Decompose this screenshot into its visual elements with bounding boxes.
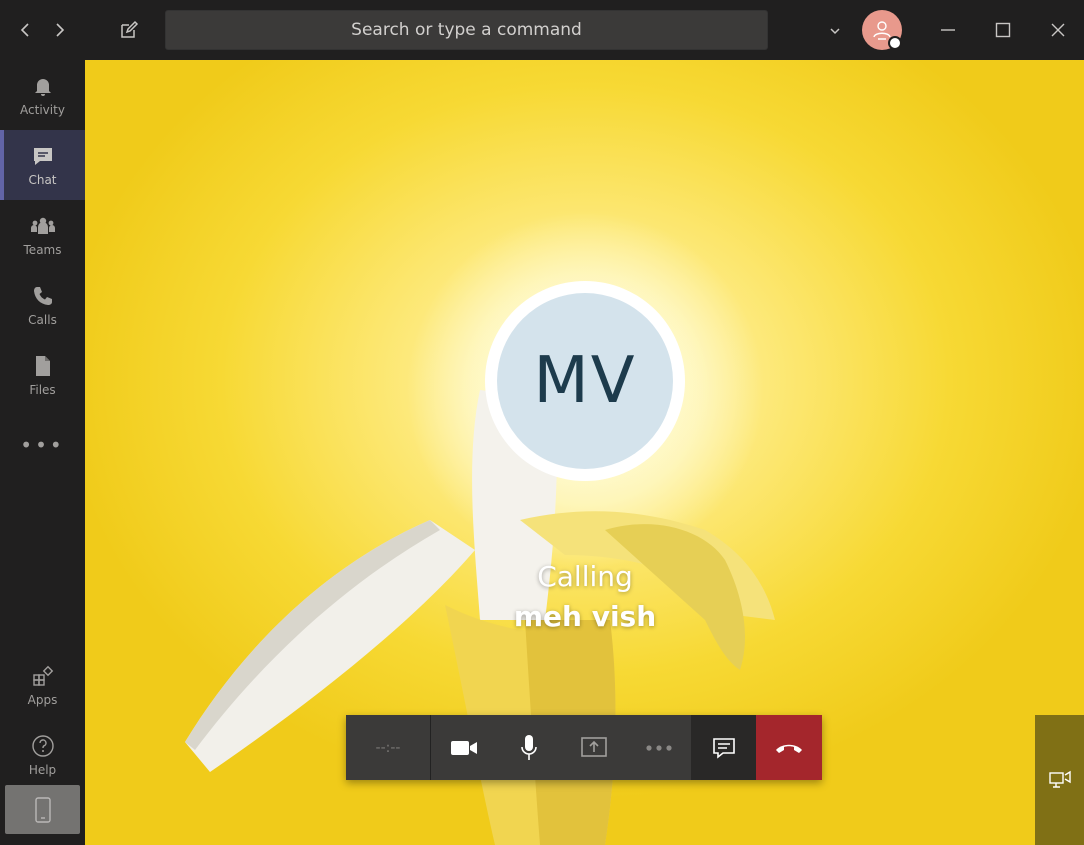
rail-item-help[interactable]: Help [0,720,85,790]
video-camera-icon [450,740,477,755]
device-switch-icon [1048,770,1071,788]
rail-item-label: Teams [23,243,62,257]
maximize-button[interactable] [985,14,1021,46]
rail-item-label: Apps [27,693,58,707]
chevron-left-icon [20,23,29,37]
compose-icon [121,20,139,38]
rail-item-files[interactable]: Files [0,340,85,410]
minimize-button[interactable] [930,14,966,46]
callee-name: meh vish [513,600,657,633]
rail-item-label: Calls [28,313,57,327]
app-rail: Activity Chat Teams Calls Files ••• Apps [0,60,85,845]
more-dots-icon [645,744,672,751]
callee-avatar: MV [485,281,685,481]
share-screen-icon [580,736,607,757]
hang-up-icon [776,744,802,753]
rail-item-label: Chat [28,173,57,187]
rail-item-activity[interactable]: Activity [0,60,85,130]
call-controls-bar: --:-- [346,715,822,780]
maximize-icon [995,22,1011,38]
search-input[interactable] [166,20,767,40]
help-icon [30,733,56,759]
rail-item-label: Files [29,383,56,397]
bell-icon [30,73,56,99]
file-icon [30,353,56,379]
minimize-icon [941,29,955,31]
microphone-toggle-button[interactable] [496,715,561,780]
new-chat-button[interactable] [113,14,145,46]
more-actions-button[interactable] [626,715,691,780]
camera-toggle-button[interactable] [431,715,496,780]
presence-indicator [888,36,902,50]
rail-item-apps[interactable]: Apps [0,650,85,720]
mobile-phone-icon [34,796,51,823]
close-button[interactable] [1040,14,1076,46]
apps-icon [30,663,56,689]
hang-up-button[interactable] [756,715,822,780]
device-button[interactable] [5,785,80,834]
conversation-icon [712,737,735,759]
device-settings-panel-button[interactable] [1035,715,1084,845]
back-button[interactable] [10,14,40,46]
more-apps-button[interactable]: ••• [0,430,85,460]
teams-icon [30,213,56,239]
share-screen-button[interactable] [561,715,626,780]
close-icon [1051,23,1065,37]
rail-item-label: Help [28,763,57,777]
call-status-text: Calling [537,560,633,593]
title-bar [0,0,1084,60]
forward-button[interactable] [45,14,75,46]
search-box[interactable] [165,10,768,50]
rail-item-teams[interactable]: Teams [0,200,85,270]
rail-item-label: Activity [20,103,65,117]
call-timer: --:-- [346,715,431,780]
show-conversation-button[interactable] [691,715,756,780]
call-stage: MV Calling meh vish --:-- [85,60,1084,845]
profile-dropdown-button[interactable] [824,20,846,42]
phone-icon [30,283,56,309]
chevron-right-icon [56,23,65,37]
rail-item-calls[interactable]: Calls [0,270,85,340]
callee-initials: MV [497,293,673,469]
chevron-down-icon [830,28,840,35]
rail-item-chat[interactable]: Chat [0,130,85,200]
microphone-icon [520,734,537,760]
chat-icon [30,143,56,169]
